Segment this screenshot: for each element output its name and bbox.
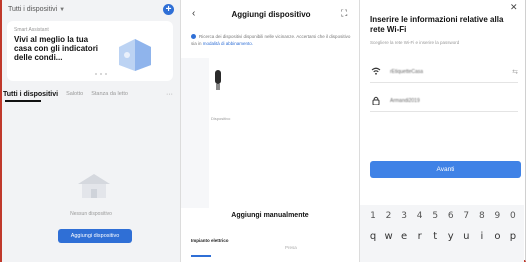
wifi-panel: ✕ Inserire le informazioni relative alla… (360, 0, 524, 262)
info-dot-icon (191, 34, 196, 40)
key-u[interactable]: u (459, 231, 473, 242)
lock-icon (370, 96, 382, 107)
key-r[interactable]: r (413, 231, 427, 242)
plus-icon[interactable]: + (163, 4, 174, 15)
wifi-icon (370, 67, 382, 77)
next-button[interactable]: Avanti (370, 161, 521, 178)
more-icon[interactable]: ··· (166, 91, 173, 98)
category-sidebar (181, 58, 209, 208)
tab-bedroom[interactable]: Stanza da letto (91, 91, 128, 97)
key-3[interactable]: 3 (397, 211, 411, 221)
add-manually-heading: Aggiungi manualmente (231, 212, 309, 219)
key-q[interactable]: q (366, 231, 380, 242)
wifi-network-field[interactable]: rEtiquetteCasa ⇆ (370, 65, 518, 79)
key-4[interactable]: 4 (413, 211, 427, 221)
category-electrical[interactable]: Impianto elettrico (191, 238, 229, 244)
card-pagination (95, 73, 107, 75)
wifi-password-value: Armandi2019 (390, 98, 420, 104)
back-arrow-icon[interactable]: ‹ (192, 8, 195, 19)
page-title: Aggiungi dispositivo (231, 10, 311, 19)
tab-living-room[interactable]: Salotto (66, 91, 83, 97)
wifi-subtitle: Scegliere la rete Wi-Fi e inserire la pa… (370, 40, 460, 45)
wifi-title: Inserire le informazioni relative alla r… (370, 15, 504, 34)
room-tabs: Tutti i dispositivi Salotto Stanza da le… (2, 87, 180, 101)
wifi-network-value: rEtiquetteCasa (390, 69, 424, 75)
chevron-down-icon: ▼ (59, 6, 66, 13)
keyboard-digit-row: 1 2 3 4 5 6 7 8 9 0 (366, 211, 524, 221)
key-w[interactable]: w (382, 231, 396, 242)
switch-network-icon[interactable]: ⇆ (512, 68, 518, 76)
key-6[interactable]: 6 (444, 211, 458, 221)
home-panel: Tutti i dispositivi ▼ + Smart Assistant … (2, 0, 180, 262)
search-info: Ricerca dei dispositivi disponibili nell… (191, 33, 353, 47)
card-title: Vivi al meglio la tua casa con gli indic… (14, 35, 99, 62)
add-device-panel: ‹ Aggiungi dispositivo ⛶ Ricerca dei dis… (181, 0, 359, 262)
pairing-mode-link[interactable]: modalità di abbinamento. (203, 41, 253, 46)
keyboard-letter-row: q w e r t y u i o p (366, 231, 524, 242)
field-divider (370, 82, 518, 83)
card-caption: Smart Assistant (14, 27, 49, 33)
assistant-card[interactable]: Smart Assistant Vivi al meglio la tua ca… (7, 21, 173, 81)
home-selector-label: Tutti i dispositivi (8, 6, 58, 13)
device-icon[interactable] (211, 66, 225, 94)
empty-house-icon (78, 174, 110, 198)
home-selector[interactable]: Tutti i dispositivi ▼ (8, 6, 65, 13)
key-0[interactable]: 0 (506, 211, 520, 221)
key-i[interactable]: i (475, 231, 489, 242)
key-2[interactable]: 2 (382, 211, 396, 221)
key-y[interactable]: y (444, 231, 458, 242)
field-divider (370, 111, 518, 112)
key-1[interactable]: 1 (366, 211, 380, 221)
key-o[interactable]: o (490, 231, 504, 242)
card-illustration-icon (119, 39, 151, 71)
wifi-password-field[interactable]: Armandi2019 (370, 94, 518, 108)
key-9[interactable]: 9 (490, 211, 504, 221)
device-label: Dispositivo (211, 116, 231, 121)
key-t[interactable]: t (428, 231, 442, 242)
key-p[interactable]: p (506, 231, 520, 242)
tab-all-devices[interactable]: Tutti i dispositivi (3, 91, 58, 98)
close-icon[interactable]: ✕ (510, 2, 518, 13)
on-screen-keyboard: 1 2 3 4 5 6 7 8 9 0 q w e r t y u i o p (360, 205, 524, 262)
add-device-button[interactable]: Aggiungi dispositivo (58, 229, 132, 243)
key-e[interactable]: e (397, 231, 411, 242)
key-8[interactable]: 8 (475, 211, 489, 221)
scan-icon[interactable]: ⛶ (341, 8, 347, 19)
key-5[interactable]: 5 (428, 211, 442, 221)
category-socket[interactable]: Presa (285, 245, 297, 250)
active-category-indicator (191, 255, 211, 257)
key-7[interactable]: 7 (459, 211, 473, 221)
active-tab-indicator (5, 100, 41, 102)
empty-state-text: Nessun dispositivo (70, 211, 112, 217)
